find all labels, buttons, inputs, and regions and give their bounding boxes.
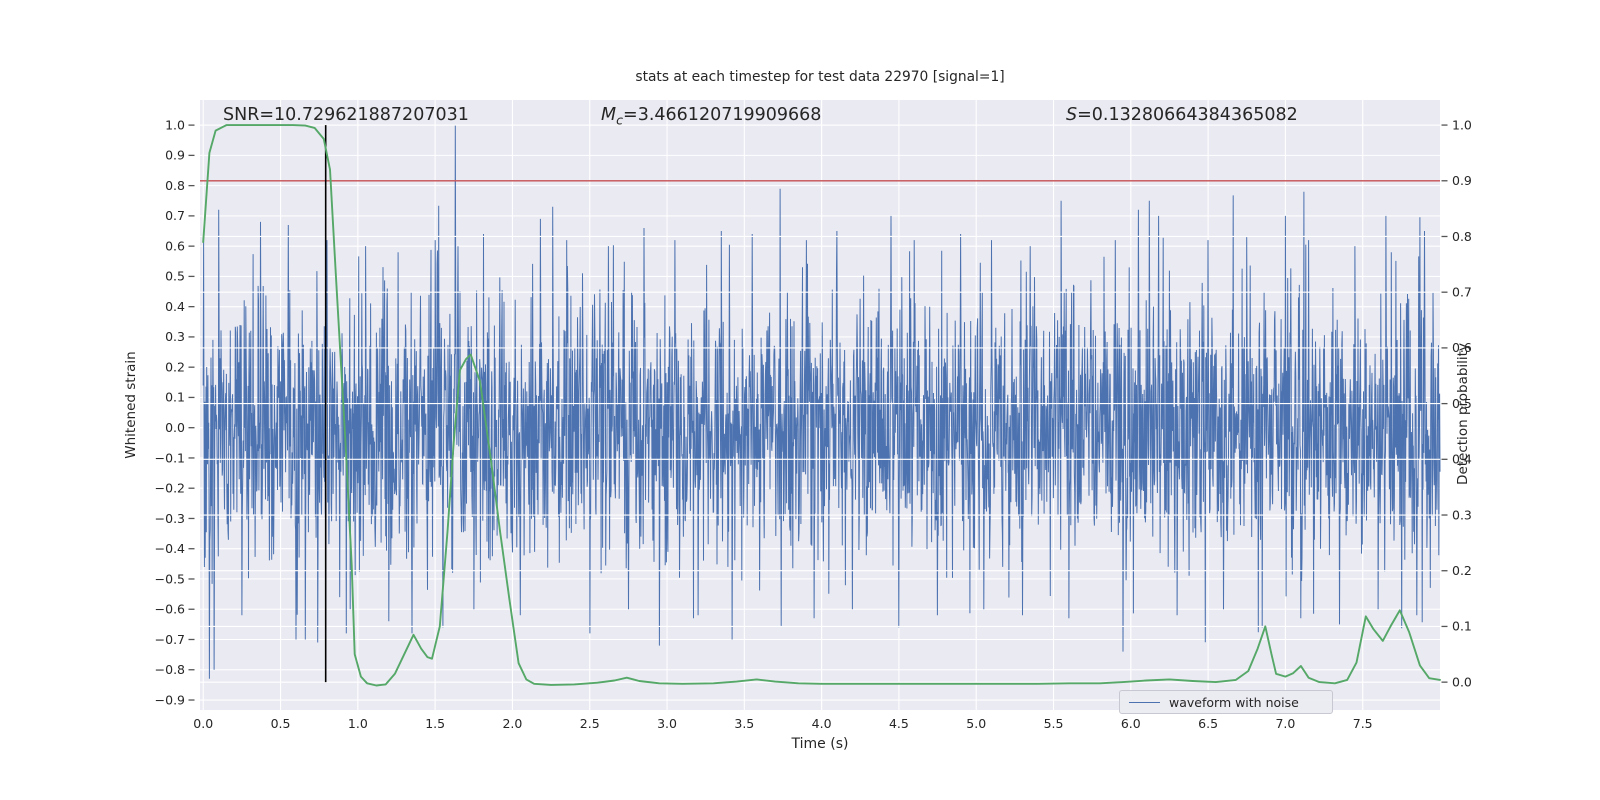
y-left-tick-label: 0.7 xyxy=(165,208,185,223)
y-left-tick-label: 0.9 xyxy=(165,148,185,163)
x-tick-label: 2.0 xyxy=(502,716,522,731)
x-tick-label: 1.5 xyxy=(425,716,445,731)
chirp-mass-symbol: M xyxy=(601,105,617,125)
x-tick-label: 4.5 xyxy=(889,716,909,731)
y-axis-right-label: Detection probability xyxy=(1455,343,1471,485)
chirp-mass-subscript: c xyxy=(616,112,624,128)
y-left-tick-label: 0.2 xyxy=(165,359,185,374)
s-stat-symbol: S xyxy=(1066,105,1078,125)
y-left-tick-label: −0.4 xyxy=(155,541,185,556)
s-stat-annotation: S=0.13280664384365082 xyxy=(1066,105,1298,125)
x-tick-label: 3.5 xyxy=(734,716,754,731)
x-tick-label: 5.0 xyxy=(966,716,986,731)
y-right-tick-label: 0.0 xyxy=(1452,674,1472,689)
y-left-tick-label: 0.3 xyxy=(165,329,185,344)
x-axis-label: Time (s) xyxy=(791,736,849,752)
y-left-tick-label: 1.0 xyxy=(165,117,185,132)
y-left-tick-label: −0.9 xyxy=(155,692,185,707)
chirp-mass-value: =3.466120719909668 xyxy=(623,105,822,125)
y-left-tick-label: −0.1 xyxy=(155,450,185,465)
y-left-tick-label: −0.8 xyxy=(155,662,185,677)
y-right-tick-label: 0.7 xyxy=(1452,284,1472,299)
y-left-tick-label: 0.0 xyxy=(165,420,185,435)
legend-label: waveform with noise xyxy=(1169,694,1299,710)
legend: waveform with noise xyxy=(1119,690,1333,714)
y-left-tick-label: 0.5 xyxy=(165,269,185,284)
figure: 0.0 0.5 1.0 1.5 2.0 2.5 3.0 3.5 4.0 4.5 5.0 5.5 6.0 6… xyxy=(0,0,1600,800)
y-right-tick-label: 0.1 xyxy=(1452,619,1472,634)
y-right-tick-label: 0.3 xyxy=(1452,507,1472,522)
y-left-tick-label: 0.8 xyxy=(165,178,185,193)
y-left-tick-label: −0.2 xyxy=(155,481,185,496)
y-right-tick-label: 0.8 xyxy=(1452,229,1472,244)
y-left-tick-label: 0.6 xyxy=(165,238,185,253)
x-tick-label: 3.0 xyxy=(657,716,677,731)
y-left-tick-label: −0.6 xyxy=(155,602,185,617)
x-tick-label: 7.5 xyxy=(1353,716,1373,731)
chirp-mass-annotation: Mc=3.466120719909668 xyxy=(601,105,821,128)
y-right-tick-label: 1.0 xyxy=(1452,117,1472,132)
x-tick-label: 0.5 xyxy=(271,716,291,731)
x-tick-label: 2.5 xyxy=(580,716,600,731)
y-left-tick-label: 0.1 xyxy=(165,390,185,405)
s-stat-value: =0.13280664384365082 xyxy=(1077,105,1298,125)
chart-title: stats at each timestep for test data 229… xyxy=(635,69,1005,85)
x-tick-label: 6.5 xyxy=(1198,716,1218,731)
x-tick-label: 7.0 xyxy=(1275,716,1295,731)
legend-line-sample xyxy=(1129,701,1160,703)
y-left-tick-label: −0.7 xyxy=(155,632,185,647)
x-tick-label: 1.0 xyxy=(348,716,368,731)
y-left-tick-label: −0.5 xyxy=(155,571,185,586)
y-right-tick-label: 0.9 xyxy=(1452,173,1472,188)
y-left-tick-label: 0.4 xyxy=(165,299,185,314)
y-left-tick-label: −0.3 xyxy=(155,511,185,526)
snr-annotation: SNR=10.729621887207031 xyxy=(223,105,469,125)
x-tick-label: 5.5 xyxy=(1044,716,1064,731)
x-tick-label: 6.0 xyxy=(1121,716,1141,731)
y-right-tick-label: 0.2 xyxy=(1452,563,1472,578)
y-axis-left-label: Whitened strain xyxy=(123,351,139,459)
x-tick-label: 0.0 xyxy=(193,716,213,731)
x-tick-label: 4.0 xyxy=(812,716,832,731)
